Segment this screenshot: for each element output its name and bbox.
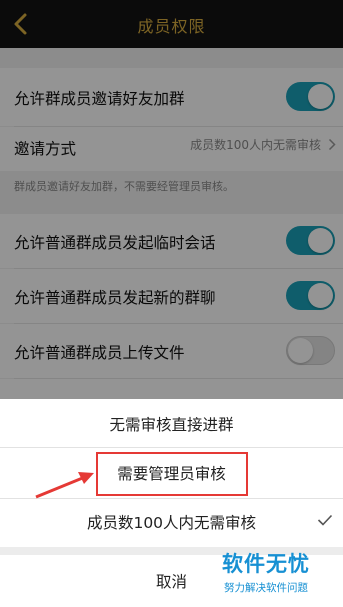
- option-no-review[interactable]: 无需审核直接进群: [0, 413, 343, 435]
- watermark-sub-text: 努力解决软件问题: [224, 582, 308, 594]
- annotation-highlight-box: [96, 452, 248, 496]
- divider: [0, 447, 343, 448]
- watermark-main-text: 软件无忧: [222, 552, 310, 576]
- option-under-100-no-review[interactable]: 成员数100人内无需审核: [0, 511, 343, 533]
- watermark-logo: 软件无忧 努力解决软件问题: [214, 548, 339, 596]
- annotation-arrow-icon: [35, 472, 94, 499]
- checkmark-icon: [317, 514, 333, 526]
